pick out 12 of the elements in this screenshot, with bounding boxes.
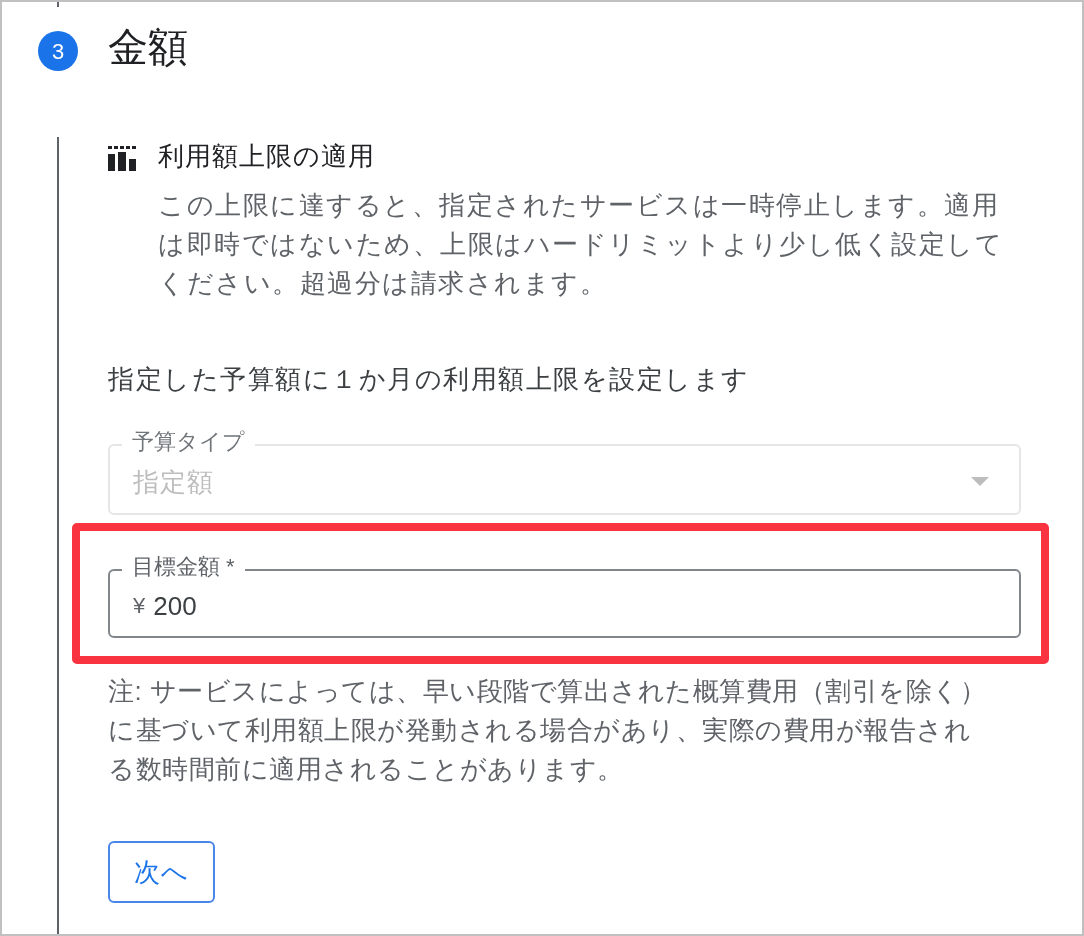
next-button[interactable]: 次へ: [108, 841, 215, 903]
amount-value: 200: [153, 589, 197, 623]
dropdown-caret-icon: [971, 477, 989, 486]
bar-chart-icon: [108, 146, 136, 171]
section-description: この上限に達すると、指定されたサービスは一時停止します。適用は即時ではないため、上限はハードリミットより少し低く設定してください。超過分は請求されます。: [158, 189, 1004, 300]
currency-prefix: ¥: [133, 591, 146, 620]
intro-text: 指定した予算額に１か月の利用額上限を設定します: [108, 363, 750, 396]
select-value: 指定額: [133, 465, 214, 499]
note-text: 注: サービスによっては、早い段階で算出された概算費用（割引を除く）に基づいて利用額上限が発動される場合があり、実際の費用が報告される数時間前に適用されることがあります。: [108, 675, 988, 786]
step-number: 3: [38, 31, 78, 71]
step-title: 金額: [108, 24, 188, 71]
section-title: 利用額上限の適用: [158, 140, 375, 173]
